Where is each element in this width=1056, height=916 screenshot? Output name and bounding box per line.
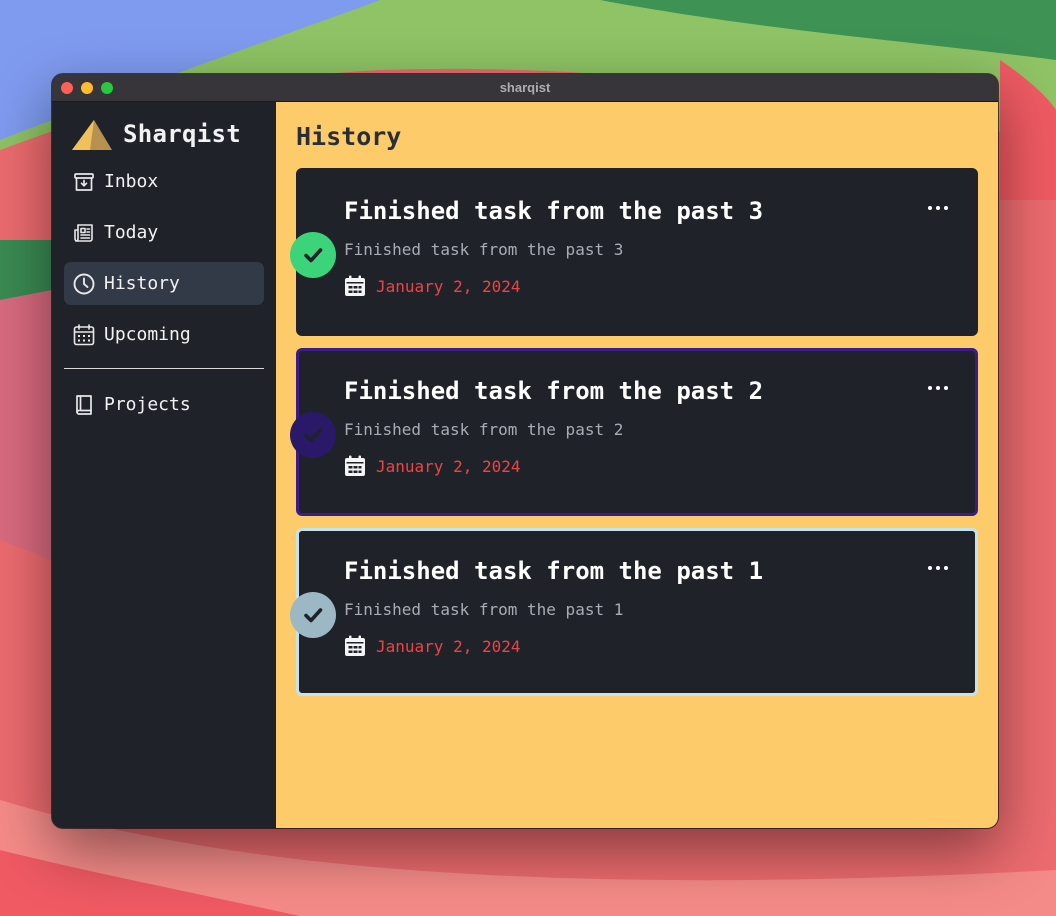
sidebar-item-inbox[interactable]: Inbox (64, 160, 264, 203)
sidebar-item-label: History (104, 273, 180, 294)
sidebar-item-projects[interactable]: Projects (64, 383, 264, 426)
task-more-button[interactable] (921, 555, 955, 581)
task-date-text: January 2, 2024 (376, 276, 521, 296)
task-date-text: January 2, 2024 (376, 456, 521, 476)
checkmark-icon (304, 248, 323, 263)
task-complete-toggle[interactable] (290, 412, 336, 458)
calendar-grid-icon (72, 323, 96, 347)
ellipsis-icon (928, 206, 932, 210)
page-title: History (296, 122, 402, 151)
sidebar-item-today[interactable]: Today (64, 211, 264, 254)
main-content: History Finished task from the past 3 Fi… (276, 102, 998, 828)
calendar-icon (344, 275, 366, 297)
brand-name: Sharqist (123, 120, 241, 148)
task-complete-toggle[interactable] (290, 232, 336, 278)
calendar-icon (344, 635, 366, 657)
calendar-icon (344, 455, 366, 477)
sidebar-item-label: Inbox (104, 171, 159, 192)
inbox-icon (72, 170, 96, 194)
task-card[interactable]: Finished task from the past 1 Finished t… (290, 528, 978, 696)
book-icon (72, 393, 96, 417)
task-description: Finished task from the past 2 (344, 420, 624, 439)
task-title: Finished task from the past 3 (344, 197, 764, 225)
window-title: sharqist (499, 80, 551, 95)
task-description: Finished task from the past 1 (344, 600, 624, 619)
task-title: Finished task from the past 2 (344, 377, 764, 405)
sidebar-item-label: Upcoming (104, 324, 191, 345)
sidebar-item-label: Projects (104, 394, 191, 415)
task-due-date: January 2, 2024 (344, 455, 521, 477)
ellipsis-icon (928, 386, 932, 390)
sidebar-divider (64, 368, 264, 369)
checkmark-icon (304, 608, 323, 623)
task-more-button[interactable] (921, 195, 955, 221)
task-complete-toggle[interactable] (290, 592, 336, 638)
sidebar-item-upcoming[interactable]: Upcoming (64, 313, 264, 356)
window-titlebar[interactable]: sharqist (52, 74, 998, 102)
task-card[interactable]: Finished task from the past 2 Finished t… (290, 348, 978, 516)
task-date-text: January 2, 2024 (376, 636, 521, 656)
mountain-logo-icon (72, 118, 112, 150)
task-card[interactable]: Finished task from the past 3 Finished t… (290, 168, 978, 336)
brand[interactable]: Sharqist (64, 114, 264, 154)
task-title: Finished task from the past 1 (344, 557, 764, 585)
sidebar: Sharqist Inbox Today History Upcoming Pr… (52, 102, 276, 828)
newspaper-icon (72, 221, 96, 245)
clock-icon (72, 272, 96, 296)
task-more-button[interactable] (921, 375, 955, 401)
task-due-date: January 2, 2024 (344, 635, 521, 657)
checkmark-icon (304, 428, 323, 443)
sidebar-item-label: Today (104, 222, 159, 243)
sidebar-item-history[interactable]: History (64, 262, 264, 305)
ellipsis-icon (928, 566, 932, 570)
task-due-date: January 2, 2024 (344, 275, 521, 297)
app-window: sharqist Sharqist Inbox Today History Up… (52, 74, 998, 828)
task-description: Finished task from the past 3 (344, 240, 624, 259)
